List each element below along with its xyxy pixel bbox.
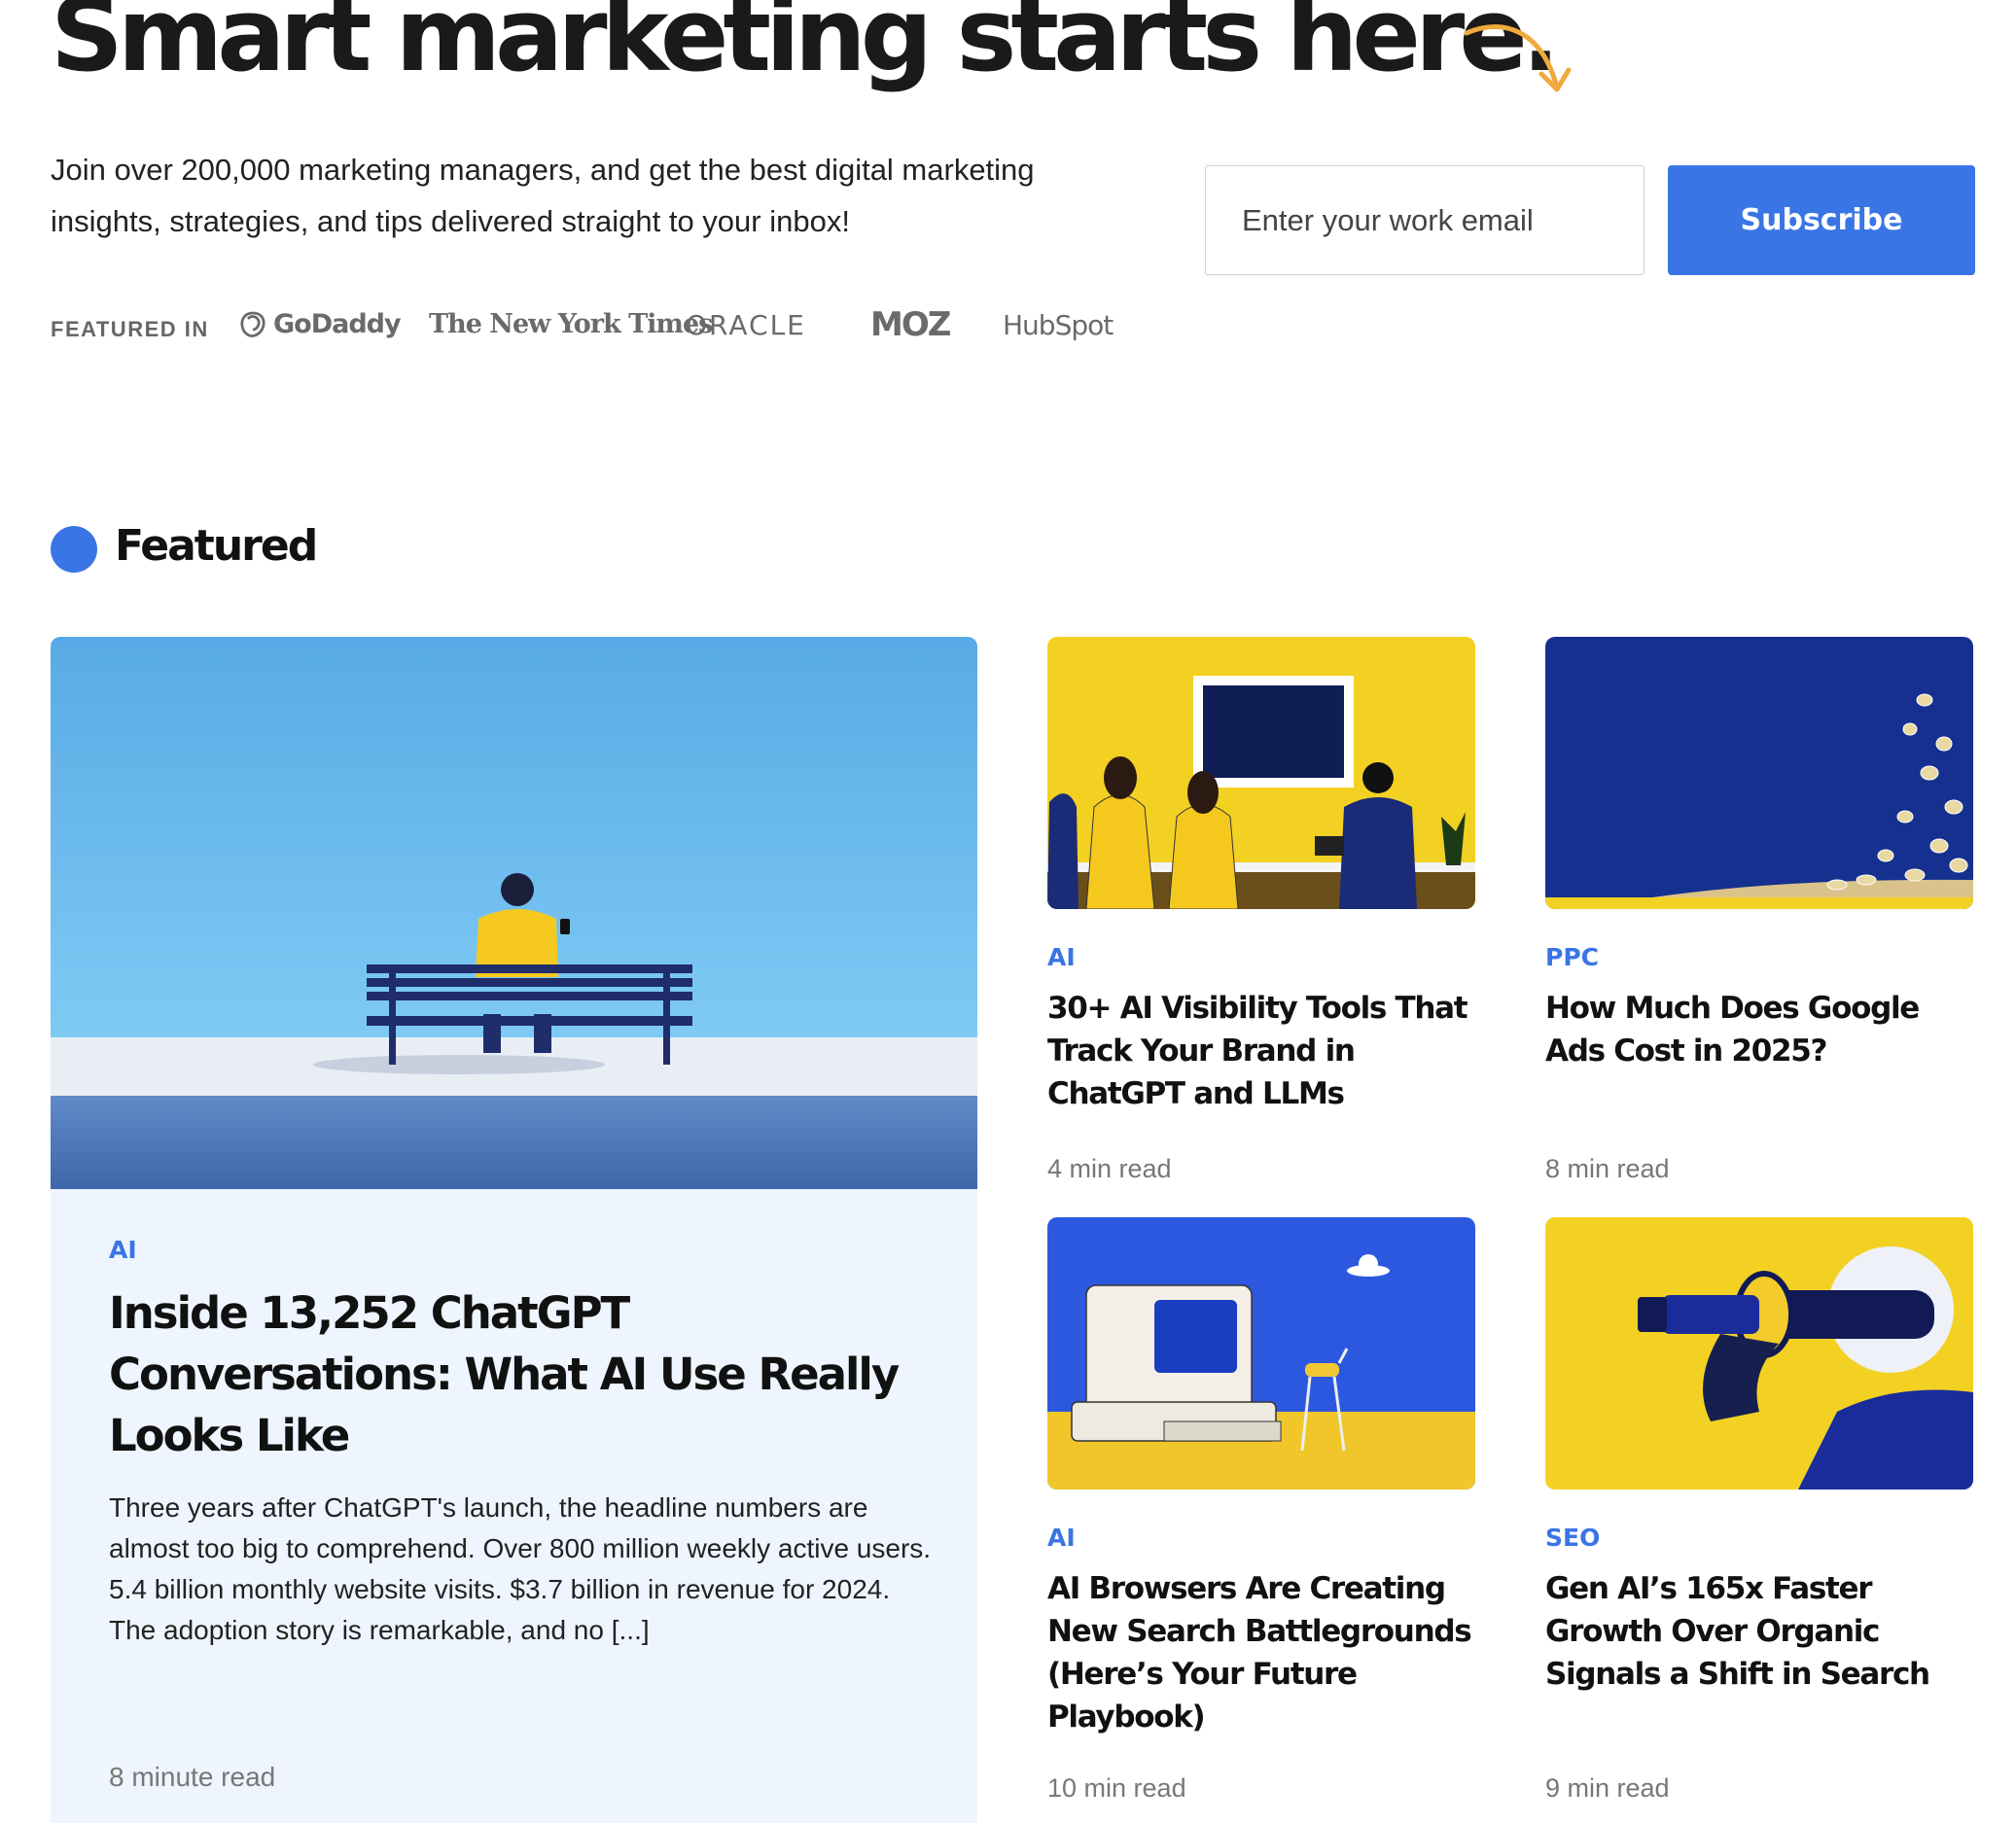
team-meeting-illustration-image [1047, 637, 1475, 909]
nyt-logo: The New York Times [429, 309, 713, 339]
article-title[interactable]: Inside 13,252 ChatGPT Conversations: Wha… [109, 1282, 926, 1466]
article-card[interactable]: SEO Gen AI’s 165x Faster Growth Over Org… [1545, 1217, 1973, 1803]
hero-intro: Join over 200,000 marketing managers, an… [51, 153, 1035, 238]
article-read-time: 8 minute read [109, 1762, 276, 1792]
article-title[interactable]: 30+ AI Visibility Tools That Track Your … [1047, 987, 1475, 1115]
featured-article-card[interactable]: AI Inside 13,252 ChatGPT Conversations: … [51, 637, 977, 1823]
article-category[interactable]: AI [1047, 943, 1076, 971]
binoculars-illustration-image [1545, 1217, 1973, 1490]
article-card[interactable]: PPC How Much Does Google Ads Cost in 202… [1545, 637, 1973, 1191]
article-category[interactable]: PPC [1545, 943, 1599, 971]
article-card[interactable]: AI AI Browsers Are Creating New Search B… [1047, 1217, 1475, 1803]
curved-arrow-icon [1464, 24, 1572, 92]
moz-logo: MOZ [870, 305, 951, 344]
article-read-time: 4 min read [1047, 1154, 1172, 1183]
godaddy-logo: GoDaddy [238, 309, 402, 339]
article-read-time: 9 min read [1545, 1773, 1670, 1803]
article-category[interactable]: SEO [1545, 1524, 1600, 1552]
email-field[interactable] [1205, 165, 1645, 275]
falling-coins-illustration-image [1545, 637, 1973, 909]
section-dot-icon [51, 526, 97, 573]
article-read-time: 8 min read [1545, 1154, 1670, 1183]
hero-title: Smart marketing starts here. [51, 0, 1560, 94]
godaddy-mark-icon [240, 311, 265, 337]
section-title: Featured [115, 521, 318, 571]
article-title[interactable]: AI Browsers Are Creating New Search Batt… [1047, 1567, 1475, 1738]
article-excerpt: Three years after ChatGPT's launch, the … [109, 1492, 932, 1645]
article-read-time: 10 min read [1047, 1773, 1186, 1803]
godaddy-logo-text: GoDaddy [273, 309, 402, 339]
article-title[interactable]: Gen AI’s 165x Faster Growth Over Organic… [1545, 1567, 1973, 1696]
subscribe-button[interactable]: Subscribe [1668, 165, 1975, 275]
featured-in-label: FEATURED IN [51, 317, 209, 341]
oracle-logo: ORACLE [686, 309, 806, 341]
bench-illustration-image [51, 637, 977, 1189]
article-category[interactable]: AI [1047, 1524, 1076, 1552]
article-card[interactable]: AI 30+ AI Visibility Tools That Track Yo… [1047, 637, 1475, 1191]
retro-computer-illustration-image [1047, 1217, 1475, 1490]
hubspot-logo: HubSpot [1003, 309, 1114, 341]
article-title[interactable]: How Much Does Google Ads Cost in 2025? [1545, 987, 1973, 1072]
article-category[interactable]: AI [109, 1236, 137, 1264]
